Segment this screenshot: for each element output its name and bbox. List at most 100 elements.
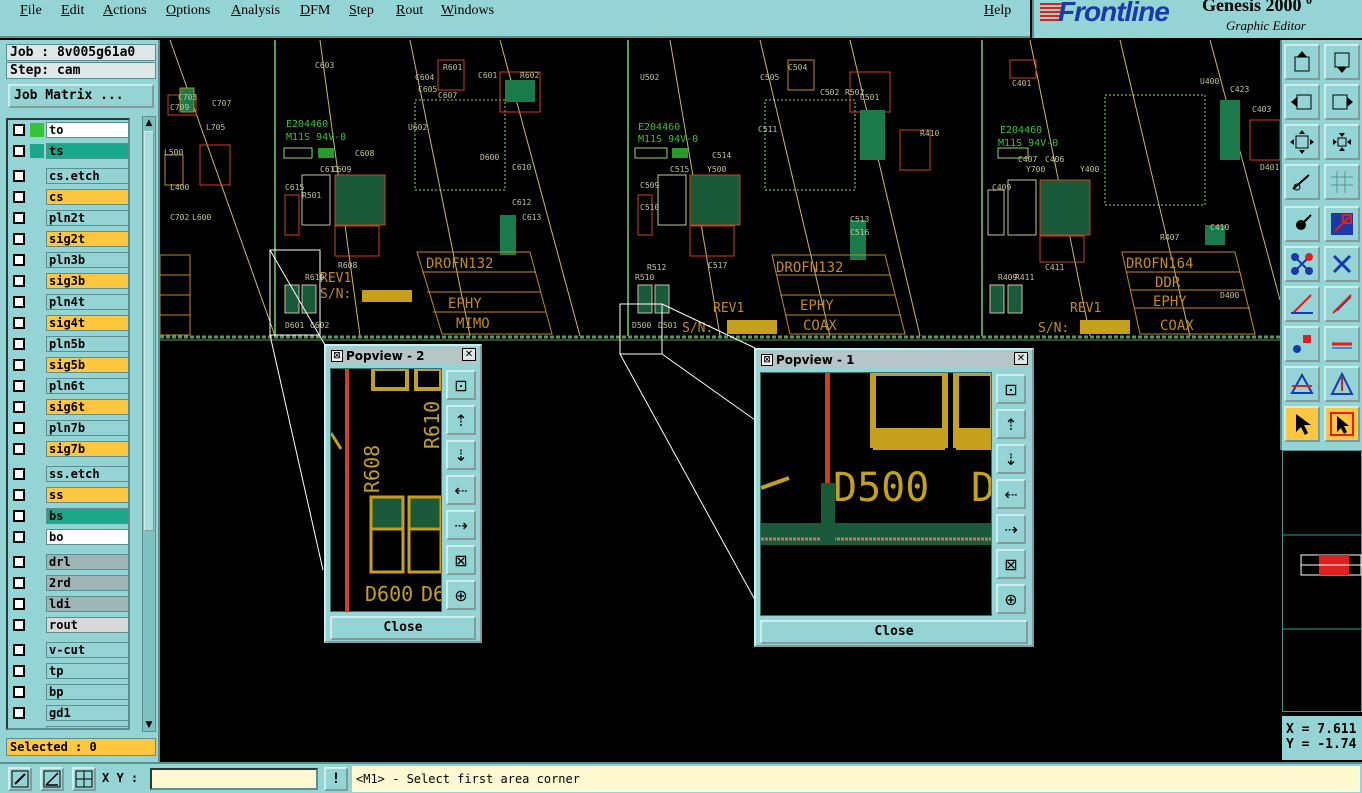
- layer-name[interactable]: sig5b: [46, 357, 128, 373]
- pan-up-icon[interactable]: ⇡: [446, 405, 476, 435]
- layer-row[interactable]: v-cut: [10, 642, 128, 658]
- layer-name[interactable]: pln3b: [46, 252, 128, 268]
- zoom-in-icon[interactable]: [1324, 124, 1360, 160]
- grid-icon[interactable]: [1324, 164, 1360, 200]
- layer-row[interactable]: pln4t: [10, 294, 128, 310]
- popview-2-close-button[interactable]: Close: [330, 616, 476, 640]
- layer-row[interactable]: bs: [10, 508, 128, 524]
- xy-input[interactable]: [150, 768, 318, 790]
- layer-name[interactable]: bp: [46, 684, 128, 700]
- pan-up-icon[interactable]: ⇡: [996, 409, 1026, 439]
- layer-name[interactable]: sig6t: [46, 399, 128, 415]
- layer-checkbox[interactable]: [13, 359, 25, 371]
- layer-name[interactable]: sig2t: [46, 231, 128, 247]
- layer-scrollbar[interactable]: ▲ ▼: [142, 116, 156, 732]
- layer-checkbox[interactable]: [13, 233, 25, 245]
- layer-row[interactable]: sig3b: [10, 273, 128, 289]
- layer-checkbox[interactable]: [13, 598, 25, 610]
- layer-name[interactable]: v-cut: [46, 642, 128, 658]
- minimap-graphic[interactable]: [1283, 451, 1362, 713]
- layer-name[interactable]: pln2t: [46, 210, 128, 226]
- zoom-in-icon[interactable]: ⊕: [446, 580, 476, 610]
- layer-color-swatch[interactable]: [30, 144, 44, 158]
- layer-name[interactable]: pln6t: [46, 378, 128, 394]
- draw-mode-icon[interactable]: [1324, 206, 1360, 242]
- layer-checkbox[interactable]: [13, 275, 25, 287]
- layer-checkbox[interactable]: [13, 468, 25, 480]
- overview-minimap[interactable]: [1282, 450, 1362, 712]
- layer-row[interactable]: drl: [10, 554, 128, 570]
- angle-line-icon[interactable]: [1284, 286, 1320, 322]
- pan-up-icon[interactable]: [1284, 44, 1320, 80]
- layer-row[interactable]: rout: [10, 617, 128, 633]
- popview-2-titlebar[interactable]: ⊠ Popview - 2: [328, 348, 478, 364]
- layer-row[interactable]: to: [10, 122, 128, 138]
- menu-actions[interactable]: Actions: [103, 3, 147, 19]
- zoom-box-icon[interactable]: [8, 767, 32, 791]
- popview-1-view[interactable]: D500 D: [760, 372, 992, 616]
- measure-icon[interactable]: [1284, 164, 1320, 200]
- pan-right-icon[interactable]: ⇢: [446, 510, 476, 540]
- menu-windows[interactable]: Windows: [441, 3, 494, 19]
- zoom-out-icon[interactable]: ⊠: [996, 549, 1026, 579]
- layer-row[interactable]: pln6t: [10, 378, 128, 394]
- layer-name[interactable]: ts: [46, 143, 128, 159]
- layer-row[interactable]: ldi: [10, 596, 128, 612]
- layer-checkbox[interactable]: [13, 665, 25, 677]
- layer-checkbox[interactable]: [13, 644, 25, 656]
- zoom-fit-icon[interactable]: ⊡: [446, 370, 476, 400]
- popview-1-zoom-graphic[interactable]: D500 D: [761, 373, 992, 616]
- layer-checkbox[interactable]: [13, 380, 25, 392]
- layer-row[interactable]: pln3b: [10, 252, 128, 268]
- layer-checkbox[interactable]: [13, 338, 25, 350]
- layer-row[interactable]: pln5b: [10, 336, 128, 352]
- close-icon[interactable]: ✕: [462, 348, 476, 361]
- layer-name[interactable]: tp: [46, 663, 128, 679]
- layer-checkbox[interactable]: [13, 489, 25, 501]
- prompt-button[interactable]: !: [324, 767, 348, 791]
- layer-checkbox[interactable]: [13, 212, 25, 224]
- horizontal-line-icon[interactable]: [1324, 326, 1360, 362]
- window-menu-icon[interactable]: ⊠: [761, 354, 773, 366]
- layer-row[interactable]: sig2t: [10, 231, 128, 247]
- layer-name[interactable]: rout: [46, 617, 128, 633]
- layer-checkbox[interactable]: [13, 686, 25, 698]
- popview-2-zoom-graphic[interactable]: R608 R610 D600 D6: [331, 369, 442, 612]
- scroll-up-icon[interactable]: ▲: [143, 117, 155, 129]
- menu-help[interactable]: Help: [984, 3, 1011, 19]
- layer-name[interactable]: to: [46, 122, 128, 138]
- pan-left-icon[interactable]: ⇠: [996, 479, 1026, 509]
- layer-name[interactable]: ldi: [46, 596, 128, 612]
- layer-checkbox[interactable]: [13, 443, 25, 455]
- layer-row[interactable]: bo: [10, 529, 128, 545]
- pan-right-icon[interactable]: [1324, 84, 1360, 120]
- popview-2-view[interactable]: R608 R610 D600 D6: [330, 368, 442, 612]
- select-pointer-icon[interactable]: [1284, 406, 1320, 442]
- layer-row[interactable]: ss: [10, 487, 128, 503]
- pan-left-icon[interactable]: [1284, 84, 1320, 120]
- menu-rout[interactable]: Rout: [396, 3, 423, 19]
- layer-checkbox[interactable]: [13, 254, 25, 266]
- layer-name[interactable]: bo: [46, 529, 128, 545]
- window-menu-icon[interactable]: ⊠: [331, 350, 343, 362]
- layer-checkbox[interactable]: [13, 531, 25, 543]
- zoom-in-icon[interactable]: ⊕: [996, 584, 1026, 614]
- crosshair-grid-icon[interactable]: [72, 767, 96, 791]
- layer-row[interactable]: sig6t: [10, 399, 128, 415]
- layer-name[interactable]: cs: [46, 189, 128, 205]
- triangle-icon[interactable]: [1284, 366, 1320, 402]
- connect-nodes-icon[interactable]: [1284, 246, 1320, 282]
- layer-row[interactable]: npth: [10, 726, 128, 728]
- layer-checkbox[interactable]: [13, 577, 25, 589]
- scroll-down-icon[interactable]: ▼: [143, 719, 155, 731]
- layer-name[interactable]: ss: [46, 487, 128, 503]
- layer-row[interactable]: ss.etch: [10, 466, 128, 482]
- menu-analysis[interactable]: Analysis: [231, 3, 280, 19]
- menu-options[interactable]: Options: [166, 3, 210, 19]
- layer-checkbox[interactable]: [13, 422, 25, 434]
- menu-step[interactable]: Step: [349, 3, 374, 19]
- select-area-icon[interactable]: [1324, 406, 1360, 442]
- layer-checkbox[interactable]: [13, 510, 25, 522]
- layer-name[interactable]: cs.etch: [46, 168, 128, 184]
- layer-checkbox[interactable]: [13, 296, 25, 308]
